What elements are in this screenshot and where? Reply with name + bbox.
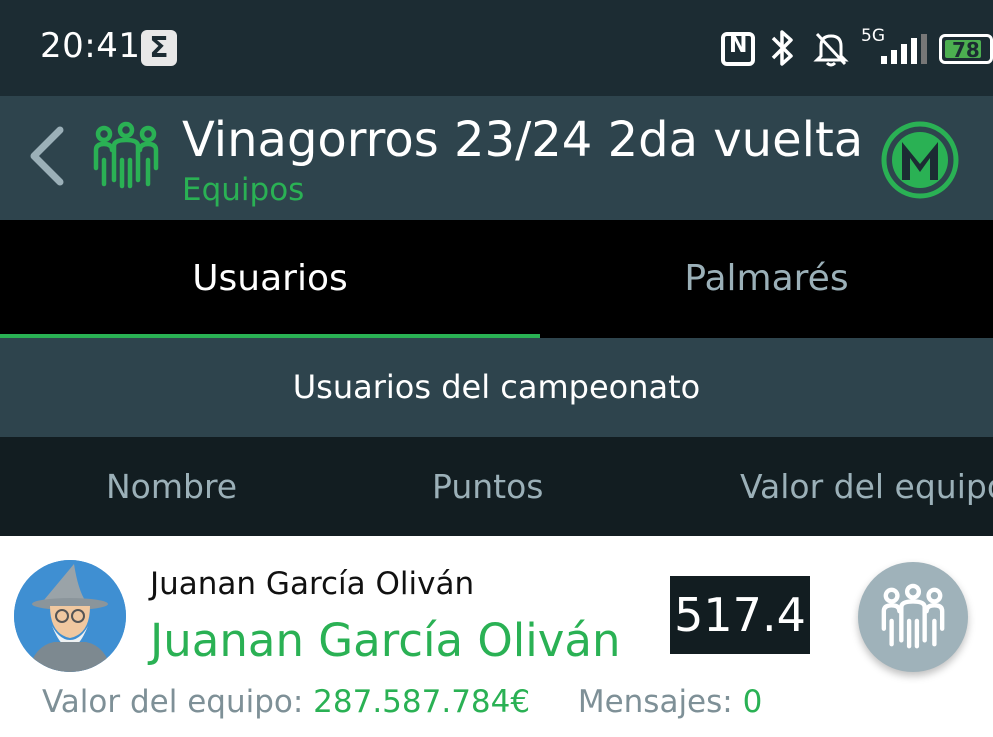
bell-off-icon bbox=[811, 28, 851, 72]
status-icons: 5G 78 bbox=[713, 22, 993, 74]
column-points[interactable]: Puntos bbox=[432, 437, 543, 536]
team-icon bbox=[881, 583, 945, 649]
user-username: Juanan García Oliván bbox=[150, 566, 475, 602]
team-value: 287.587.784€ bbox=[313, 684, 531, 720]
column-team-value[interactable]: Valor del equipo bbox=[740, 437, 993, 536]
messages-count: 0 bbox=[742, 684, 763, 720]
team-icon bbox=[90, 120, 162, 192]
page-subtitle: Equipos bbox=[182, 172, 305, 208]
status-time: 20:41 bbox=[40, 26, 141, 66]
column-header: Nombre Puntos Valor del equipo bbox=[0, 437, 993, 536]
app-bar: Vinagorros 23/24 2da vuelta Equipos bbox=[0, 96, 993, 220]
status-bar: 20:41 Σ 5G 78 bbox=[0, 0, 993, 96]
battery-icon: 78 bbox=[939, 34, 993, 64]
column-name[interactable]: Nombre bbox=[106, 437, 237, 536]
page-title: Vinagorros 23/24 2da vuelta bbox=[182, 112, 864, 168]
avatar bbox=[14, 560, 126, 672]
tab-bar: Usuarios Palmarés bbox=[0, 220, 993, 338]
tab-usuarios[interactable]: Usuarios bbox=[0, 220, 540, 338]
chevron-left-icon[interactable] bbox=[24, 124, 72, 188]
section-title: Usuarios del campeonato bbox=[0, 338, 993, 437]
battery-level: 78 bbox=[952, 38, 980, 62]
list-item[interactable]: Juanan García Oliván Juanan García Olivá… bbox=[0, 536, 993, 737]
tab-palmares[interactable]: Palmarés bbox=[540, 220, 993, 338]
sigma-icon: Σ bbox=[141, 30, 177, 66]
signal-icon: 5G bbox=[861, 22, 931, 72]
team-button[interactable] bbox=[858, 562, 968, 672]
nfc-icon bbox=[721, 32, 755, 66]
messages-label: Mensajes: bbox=[577, 684, 733, 720]
league-logo[interactable] bbox=[880, 120, 960, 200]
team-value-label: Valor del equipo: bbox=[42, 684, 304, 720]
user-team-name: Juanan García Oliván bbox=[150, 614, 621, 667]
bluetooth-icon bbox=[769, 28, 797, 77]
user-points: 517.4 bbox=[670, 576, 810, 654]
user-meta: Valor del equipo: 287.587.784€ Mensajes:… bbox=[42, 684, 762, 720]
